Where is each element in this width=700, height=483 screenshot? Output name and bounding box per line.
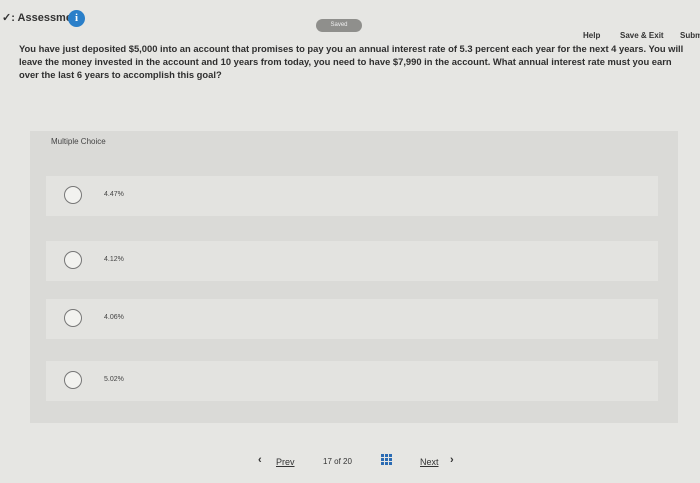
info-icon[interactable]: i [68, 10, 85, 27]
choice-option-3[interactable]: 4.06% [46, 299, 658, 339]
next-button[interactable]: Next [420, 457, 439, 467]
choice-text: 5.02% [104, 376, 124, 383]
radio-button[interactable] [64, 371, 82, 389]
top-bar: ✓: Assessment i Saved Help Save & Exit S… [0, 0, 700, 40]
saved-badge: Saved [316, 19, 362, 32]
page-indicator: 17 of 20 [323, 457, 352, 466]
choice-option-1[interactable]: 4.47% [46, 176, 658, 216]
choice-text: 4.12% [104, 256, 124, 263]
choice-text: 4.47% [104, 191, 124, 198]
total-pages: 20 [343, 457, 352, 466]
grid-icon[interactable] [381, 454, 393, 466]
submit-link[interactable]: Subm [680, 31, 700, 40]
radio-button[interactable] [64, 251, 82, 269]
radio-button[interactable] [64, 309, 82, 327]
radio-button[interactable] [64, 186, 82, 204]
save-exit-link[interactable]: Save & Exit [620, 31, 664, 40]
page-of: of [334, 457, 341, 466]
prev-button[interactable]: Prev [276, 457, 295, 467]
question-text: You have just deposited $5,000 into an a… [19, 43, 684, 80]
multiple-choice-label: Multiple Choice [51, 137, 106, 146]
choice-option-2[interactable]: 4.12% [46, 241, 658, 281]
multiple-choice-panel: Multiple Choice 4.47% 4.12% 4.06% 5.02% [30, 131, 678, 423]
chevron-right-icon[interactable]: › [450, 454, 454, 466]
choice-text: 4.06% [104, 314, 124, 321]
current-page: 17 [323, 457, 332, 466]
help-link[interactable]: Help [583, 31, 600, 40]
chevron-left-icon[interactable]: ‹ [258, 454, 262, 466]
choice-option-4[interactable]: 5.02% [46, 361, 658, 401]
